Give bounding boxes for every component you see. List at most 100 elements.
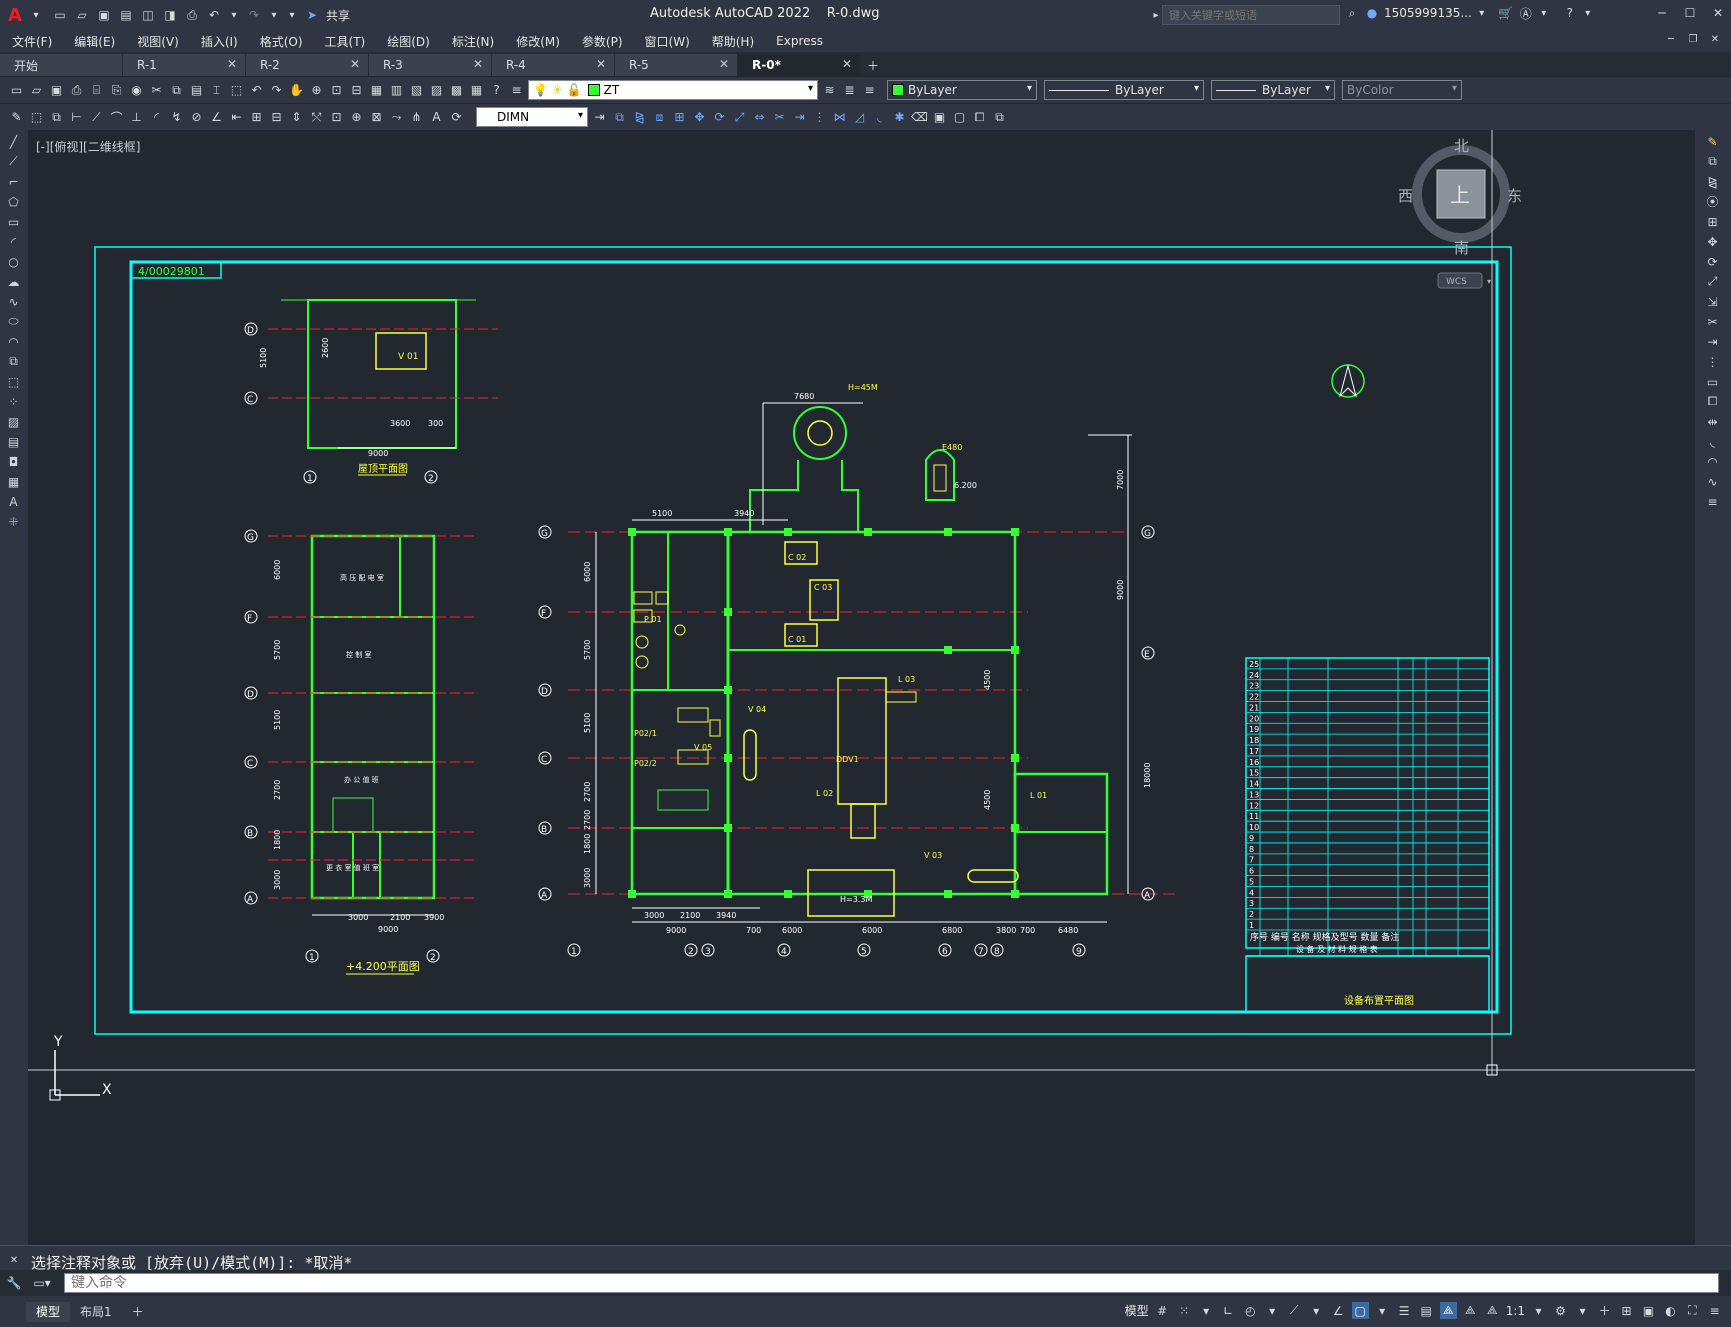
annotation-monitor-icon[interactable]: ＋ [1596, 1302, 1613, 1319]
tab-r3[interactable]: R-3 ✕ [369, 54, 491, 76]
drawing-canvas[interactable]: 4/00029801 V 01 3600 300 9000 5100 2600 … [28, 130, 1695, 1245]
cut-icon[interactable]: ✂ [148, 82, 165, 99]
dim-jogged-icon[interactable]: ↯ [168, 109, 185, 126]
polyline-icon[interactable]: ⌐ [5, 173, 22, 190]
fillet-icon[interactable]: ◟ [1704, 433, 1721, 450]
block-icon[interactable]: ⬚ [28, 109, 45, 126]
doc-minimize-icon[interactable]: ─ [1665, 33, 1677, 45]
dim-angular-icon[interactable]: ∠ [208, 109, 225, 126]
qnew-icon[interactable]: ▭ [8, 82, 25, 99]
menu-modify[interactable]: 修改(M) [516, 33, 560, 50]
command-input[interactable] [64, 1273, 1719, 1293]
menu-draw[interactable]: 绘图(D) [387, 33, 430, 50]
lineweight-dropdown[interactable]: ByLayer ▾ [1211, 80, 1335, 100]
spline-icon[interactable]: ∿ [5, 293, 22, 310]
rectangle-icon[interactable]: ▭ [5, 213, 22, 230]
command-prompt-icon[interactable]: ▭▾ [33, 1275, 50, 1291]
array-icon[interactable]: ⊞ [671, 109, 688, 126]
close-icon[interactable]: ✕ [1710, 5, 1726, 21]
quick-dim-icon[interactable]: ⇤ [228, 109, 245, 126]
chamfer-icon[interactable]: ◿ [851, 109, 868, 126]
print-icon[interactable]: ⎙ [184, 7, 200, 23]
doc-restore-icon[interactable]: ❐ [1687, 33, 1699, 45]
text-style-icon[interactable]: ⧉ [991, 109, 1008, 126]
redo-dropdown-icon[interactable]: ▾ [268, 9, 280, 21]
explode-icon[interactable]: ∿ [1704, 473, 1721, 490]
menu-insert[interactable]: 插入(I) [201, 33, 238, 50]
snap-icon[interactable]: ⁙ [1176, 1302, 1193, 1319]
chamfer-icon[interactable]: ⇹ [1704, 413, 1721, 430]
undo-icon[interactable]: ↶ [206, 7, 222, 23]
close-command-line-icon[interactable]: ✕ [8, 1254, 20, 1266]
autodesk-app-icon[interactable]: Ⓐ [1518, 5, 1534, 21]
make-current-layer-icon[interactable]: ≋ [821, 82, 838, 99]
break-icon[interactable]: ⋮ [811, 109, 828, 126]
zoom-window-icon[interactable]: ⊡ [328, 82, 345, 99]
tab-r0[interactable]: R-0* ✕ [738, 54, 860, 76]
customize-icon[interactable]: 🔧 [6, 1275, 22, 1291]
region-icon[interactable]: ◘ [5, 453, 22, 470]
wcs-label[interactable]: WCS [1446, 277, 1467, 287]
snap-dropdown-icon[interactable]: ▾ [1198, 1302, 1215, 1319]
layer-properties-icon[interactable]: ≡ [508, 82, 525, 99]
search-icon[interactable]: ⌕ [1344, 5, 1360, 21]
mirror-icon[interactable]: ⧎ [631, 109, 648, 126]
osnap-dropdown-icon[interactable]: ▾ [1374, 1302, 1391, 1319]
tab-layout1[interactable]: 布局1 [70, 1302, 122, 1322]
user-icon[interactable]: ● [1364, 5, 1380, 21]
break-at-point-icon[interactable]: ⋮ [1704, 353, 1721, 370]
tab-r5[interactable]: R-5 ✕ [615, 54, 737, 76]
3d-print-icon[interactable]: ◉ [128, 82, 145, 99]
menu-edit[interactable]: 编辑(E) [74, 33, 115, 50]
trim-icon[interactable]: ✂ [1704, 313, 1721, 330]
point-icon[interactable]: ⁘ [5, 393, 22, 410]
erase-icon[interactable]: ⌫ [911, 109, 928, 126]
autocad-logo[interactable]: A [0, 0, 30, 30]
extend-icon[interactable]: ⇥ [791, 109, 808, 126]
erase-icon[interactable]: ✎ [1704, 133, 1721, 150]
scale-icon[interactable]: ⤢ [1704, 273, 1721, 290]
save-icon[interactable]: ▣ [96, 7, 112, 23]
help-icon[interactable]: ? [488, 82, 505, 99]
scale-dropdown-icon[interactable]: ▾ [1530, 1302, 1547, 1319]
join-icon[interactable]: ⋈ [831, 109, 848, 126]
app-menu-chevron-icon[interactable]: ▾ [30, 9, 42, 21]
fillet-icon[interactable]: ◟ [871, 109, 888, 126]
array-icon[interactable]: ⊞ [1704, 213, 1721, 230]
freeze-sun-icon[interactable]: ☀ [552, 83, 563, 97]
doc-close-icon[interactable]: ✕ [1709, 33, 1721, 45]
light-bulb-icon[interactable]: 💡 [533, 83, 548, 97]
viewcube[interactable]: 上 北 南 东 西 WCS ▾ [1398, 137, 1522, 289]
markup-icon[interactable]: ▩ [448, 82, 465, 99]
dim-linear-icon[interactable]: ⊢ [68, 109, 85, 126]
tool-palettes-icon[interactable]: ▧ [408, 82, 425, 99]
hatch-icon[interactable]: ▨ [5, 413, 22, 430]
ellipse-arc-icon[interactable]: ◠ [5, 333, 22, 350]
open-folder-icon[interactable]: ▱ [74, 7, 90, 23]
stretch-icon[interactable]: ⇲ [1704, 293, 1721, 310]
revision-cloud-icon[interactable]: ☁ [5, 273, 22, 290]
scale-icon[interactable]: ⤢ [731, 109, 748, 126]
trim-icon[interactable]: ✂ [771, 109, 788, 126]
chevron-down-icon[interactable]: ▾ [1487, 277, 1491, 286]
close-tab-icon[interactable]: ✕ [227, 57, 237, 71]
cart-icon[interactable]: 🛒 [1498, 5, 1514, 21]
new-tab-button[interactable]: ＋ [861, 54, 885, 76]
compass-south[interactable]: 南 [1454, 239, 1469, 257]
tab-r1[interactable]: R-1 ✕ [123, 54, 245, 76]
annotation-scale-icon[interactable]: ⟁ [1484, 1302, 1501, 1319]
edit-polyline-icon[interactable]: ≡ [1704, 493, 1721, 510]
insert-block-icon[interactable]: ⧉ [5, 353, 22, 370]
block-editor-icon[interactable]: ⬚ [228, 82, 245, 99]
stretch-icon[interactable]: ⇔ [751, 109, 768, 126]
menu-dimension[interactable]: 标注(N) [452, 33, 494, 50]
match-properties-icon[interactable]: ⌶ [208, 82, 225, 99]
dim-text-edit-icon[interactable]: A [428, 109, 445, 126]
close-tab-icon[interactable]: ✕ [719, 57, 729, 71]
tolerance-icon[interactable]: ⊡ [328, 109, 345, 126]
open-from-web-icon[interactable]: ◫ [140, 7, 156, 23]
ungroup-icon[interactable]: ▢ [951, 109, 968, 126]
layer-previous-icon[interactable]: ≣ [841, 82, 858, 99]
arc-icon[interactable]: ◜ [5, 233, 22, 250]
add-layout-button[interactable]: ＋ [122, 1302, 154, 1322]
